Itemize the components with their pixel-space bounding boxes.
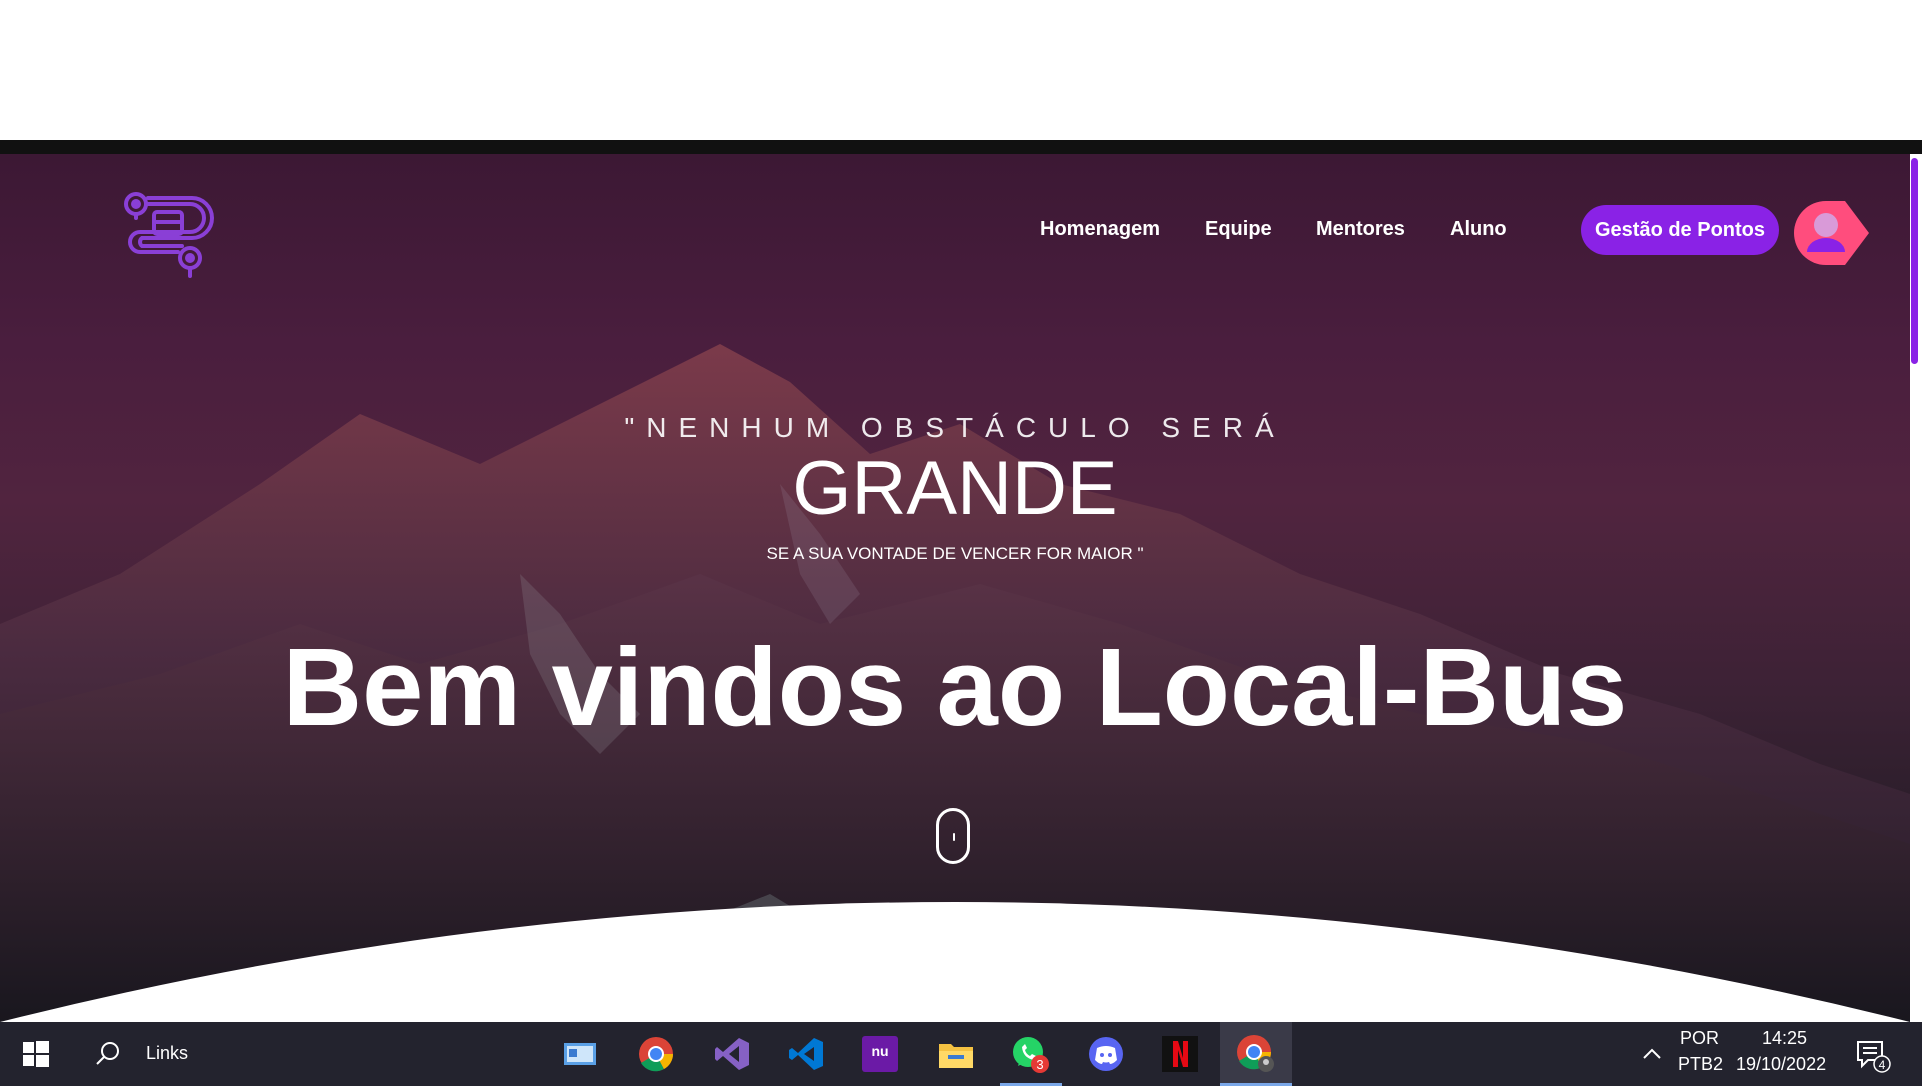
notifications-icon[interactable]: 4 — [1852, 1034, 1892, 1074]
top-bar — [0, 140, 1922, 155]
netflix-icon[interactable] — [1160, 1034, 1200, 1074]
windows-taskbar: Links nu 3 POR PTB2 14:25 19/10/2022 4 — [0, 1022, 1922, 1086]
mountain-background — [0, 344, 1910, 1022]
nav-link-equipe[interactable]: Equipe — [1205, 218, 1272, 241]
notification-count: 4 — [1879, 1058, 1886, 1072]
nav-link-aluno[interactable]: Aluno — [1450, 218, 1507, 241]
quote-bottom-line: SE A SUA VONTADE DE VENCER FOR MAIOR " — [766, 544, 1144, 563]
windows-start-icon[interactable] — [16, 1034, 56, 1074]
quote-big-word: GRANDE — [792, 446, 1118, 531]
visual-studio-icon[interactable] — [712, 1034, 752, 1074]
search-icon[interactable] — [88, 1034, 128, 1074]
local-bus-logo[interactable] — [120, 188, 216, 282]
nav-link-homenagem[interactable]: Homenagem — [1040, 218, 1160, 241]
keyboard-layout-label[interactable]: PTB2 — [1678, 1054, 1723, 1075]
chrome-icon[interactable] — [636, 1034, 676, 1074]
control-panel-icon[interactable] — [560, 1034, 600, 1074]
scrollbar-thumb[interactable] — [1911, 158, 1918, 364]
vscode-icon[interactable] — [786, 1034, 826, 1074]
svg-text:nu: nu — [871, 1043, 888, 1059]
browser-top-blank — [0, 0, 1922, 140]
scroll-down-mouse-icon[interactable] — [936, 808, 970, 864]
chevron-up-icon[interactable] — [1632, 1034, 1672, 1074]
mouse-wheel — [953, 833, 955, 841]
welcome-heading: Bem vindos ao Local-Bus — [282, 626, 1628, 749]
whatsapp-icon[interactable]: 3 — [1010, 1034, 1050, 1074]
hero-bottom-curve — [0, 902, 1910, 1022]
chrome-profile-icon[interactable] — [1236, 1034, 1276, 1074]
search-links-label[interactable]: Links — [146, 1043, 188, 1064]
nav-link-mentores[interactable]: Mentores — [1316, 218, 1405, 241]
hero-section: Homenagem Equipe Mentores Aluno Gestão d… — [0, 154, 1910, 1022]
quote-top-line: "NENHUM OBSTÁCULO SERÁ — [624, 412, 1286, 443]
discord-icon[interactable] — [1086, 1034, 1126, 1074]
language-label[interactable]: POR — [1680, 1028, 1719, 1049]
clock-date[interactable]: 19/10/2022 — [1736, 1054, 1826, 1075]
whatsapp-badge: 3 — [1036, 1057, 1043, 1072]
file-explorer-icon[interactable] — [936, 1034, 976, 1074]
gestao-pontos-button[interactable]: Gestão de Pontos — [1581, 205, 1779, 255]
nuinvest-icon[interactable]: nu — [860, 1034, 900, 1074]
clock-time[interactable]: 14:25 — [1762, 1028, 1807, 1049]
user-avatar[interactable] — [1793, 200, 1871, 266]
